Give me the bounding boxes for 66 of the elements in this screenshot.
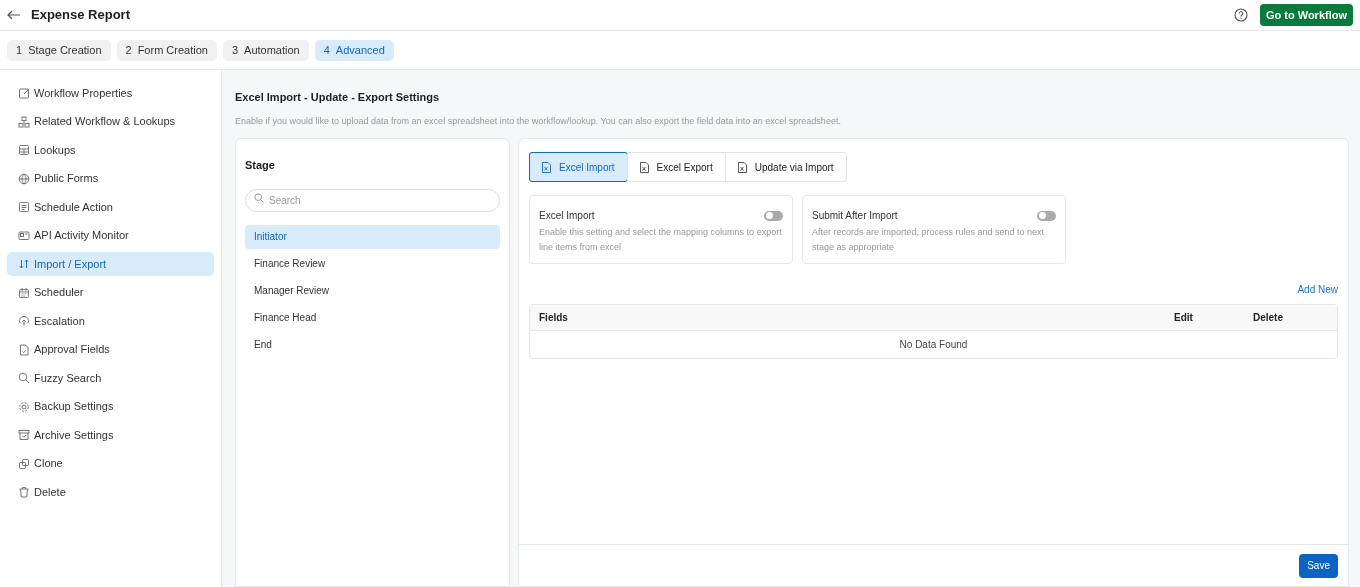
sidebar-item[interactable]: Public Forms	[7, 166, 214, 191]
page-title: Expense Report	[31, 6, 130, 25]
stage-item[interactable]: End	[245, 332, 500, 357]
tab[interactable]: Excel Import	[529, 152, 628, 182]
sidebar-item[interactable]: Import / Export	[7, 252, 214, 276]
section-description: Enable if you would like to upload data from an excel spreadsheet into the workflow/lookup. You can also export the field data into an excel spreadsheet.	[235, 114, 842, 128]
panel-title: Stage	[245, 158, 276, 173]
sidebar-item[interactable]: Delete	[7, 480, 214, 504]
file-icon	[737, 161, 747, 173]
sidebar-item[interactable]: API Activity Monitor	[7, 223, 214, 248]
column-header: Fields	[538, 311, 569, 325]
sidebar-item[interactable]: Fuzzy Search	[7, 366, 214, 390]
stage-item[interactable]: Finance Review	[245, 251, 500, 276]
setting-description: After records are imported, process rules and send to next stage as appropriate	[812, 226, 1046, 254]
sidebar-item[interactable]: Approval Fields	[7, 337, 214, 362]
column-header: Delete	[1253, 311, 1284, 325]
calendar-icon	[18, 286, 30, 299]
trash-icon	[18, 486, 30, 498]
step-tab[interactable]: 4 Advanced	[314, 39, 394, 61]
empty-message: No Data Found	[899, 338, 968, 352]
sidebar-item[interactable]: Schedule Action	[7, 195, 214, 219]
go-to-workflow-button[interactable]: Go to Workflow	[1259, 4, 1353, 26]
file-icon	[542, 161, 551, 173]
add-new-link[interactable]: Add New	[1297, 282, 1338, 297]
setting-description: Enable this setting and select the mapping columns to export line items from excel	[539, 226, 783, 254]
monitor-icon	[18, 229, 30, 242]
stage-item[interactable]: Finance Head	[245, 305, 500, 330]
upload-circle-icon	[18, 315, 30, 327]
file-icon	[639, 161, 649, 173]
sidebar-item[interactable]: Backup Settings	[7, 394, 214, 419]
sidebar-item[interactable]: Escalation	[7, 309, 214, 333]
table-icon	[18, 144, 30, 156]
hierarchy-icon	[18, 115, 30, 128]
toggle-switch[interactable]	[1037, 210, 1056, 221]
toggle-switch[interactable]	[764, 210, 783, 221]
sidebar-item[interactable]: Clone	[7, 451, 214, 476]
step-tab[interactable]: 3 Automation	[222, 39, 309, 61]
sidebar-item[interactable]: Archive Settings	[7, 423, 214, 447]
step-tab[interactable]: 1 Stage Creation	[7, 39, 111, 61]
section-title: Excel Import - Update - Export Settings	[235, 90, 441, 105]
setting-title: Submit After Import	[812, 209, 898, 223]
edit-icon	[18, 87, 30, 99]
search-icon	[18, 372, 30, 384]
tab[interactable]: Update via Import	[724, 152, 847, 182]
archive-icon	[18, 429, 30, 441]
sort-arrows-icon	[18, 258, 30, 270]
stage-item[interactable]: Manager Review	[245, 278, 500, 303]
file-check-icon	[18, 343, 30, 356]
sidebar-item[interactable]: Related Workflow & Lookups	[7, 109, 214, 134]
gear-icon	[18, 400, 30, 413]
help-icon[interactable]	[1233, 8, 1248, 22]
search-field[interactable]: Search	[245, 188, 500, 212]
sidebar-item[interactable]: Workflow Properties	[7, 81, 214, 105]
document-icon	[18, 201, 30, 213]
stage-item[interactable]: Initiator	[245, 224, 500, 249]
step-tab[interactable]: 2 Form Creation	[116, 39, 217, 61]
sidebar-item[interactable]: Scheduler	[7, 280, 214, 305]
column-header: Edit	[1174, 311, 1194, 325]
sidebar-item[interactable]: Lookups	[7, 138, 214, 162]
globe-icon	[18, 172, 30, 185]
search-icon	[254, 193, 264, 203]
back-arrow-icon[interactable]	[7, 10, 21, 20]
save-button[interactable]: Save	[1299, 553, 1338, 578]
tab[interactable]: Excel Export	[626, 152, 726, 182]
copy-icon	[18, 457, 30, 470]
setting-title: Excel Import	[539, 209, 595, 223]
